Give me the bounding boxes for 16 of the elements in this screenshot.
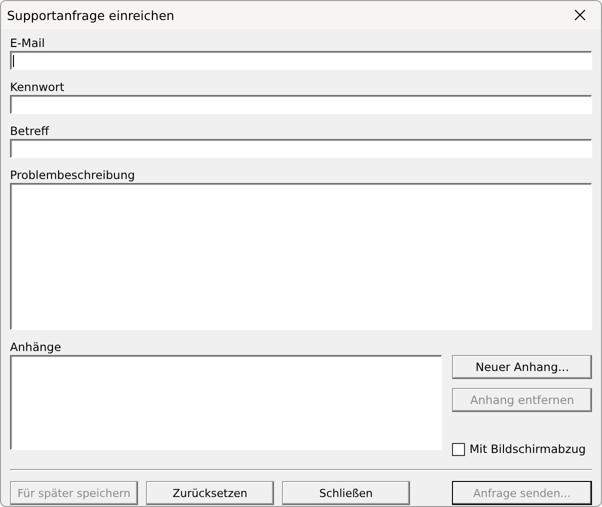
input-field[interactable] [10,95,592,114]
checkbox-label: Mit Bildschirmabzug [469,442,586,456]
field-label: Kennwort [10,79,64,95]
footer-button[interactable]: Schließen [282,481,410,505]
checkbox[interactable] [452,442,466,456]
window-title: Supportanfrage einreichen [7,8,174,22]
field-label: Problembeschreibung [10,167,135,183]
input-field[interactable] [10,51,592,70]
field-label: Betreff [10,123,49,139]
field-label: E-Mail [10,35,45,51]
input-field[interactable] [10,139,592,158]
attachment-list[interactable] [10,355,442,450]
close-icon [574,9,586,21]
attachment-button[interactable]: Neuer Anhang... [452,355,592,379]
footer-button[interactable]: Zurücksetzen [146,481,274,505]
field-label: Anhänge [10,339,62,355]
